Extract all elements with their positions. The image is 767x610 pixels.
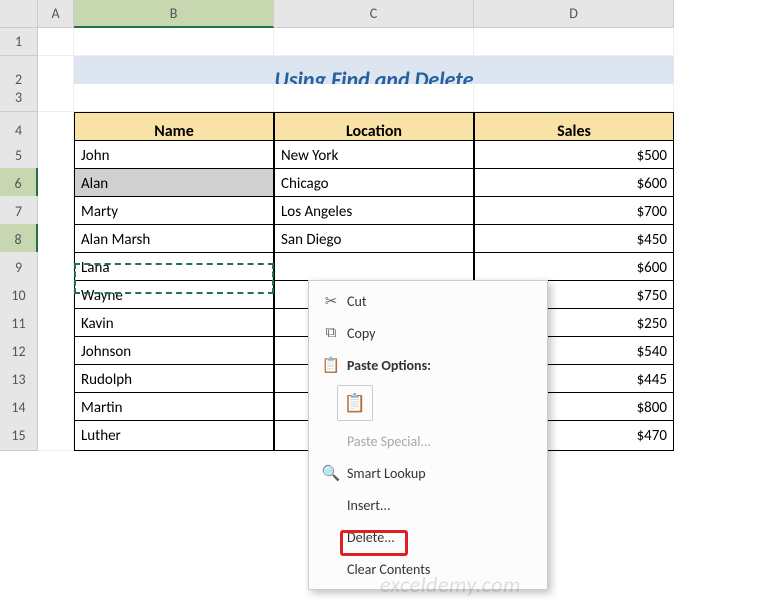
table-cell-sales[interactable]: $600	[474, 252, 674, 283]
context-menu-copy[interactable]: ⧉ Copy	[309, 317, 547, 349]
context-menu-cut[interactable]: ✂ Cut	[309, 285, 547, 317]
cell[interactable]	[38, 140, 74, 171]
table-cell-name[interactable]: Kavin	[74, 308, 274, 339]
table-cell-location[interactable]: New York	[274, 140, 474, 171]
row-header-10[interactable]: 10	[0, 280, 38, 311]
scissors-icon: ✂	[319, 292, 343, 311]
context-menu-label: Cut	[343, 293, 537, 310]
row-header-7[interactable]: 7	[0, 196, 38, 227]
context-menu-label: Smart Lookup	[343, 465, 537, 482]
table-cell-name[interactable]: Johnson	[74, 336, 274, 367]
col-header-a[interactable]: A	[38, 0, 74, 28]
table-cell-name[interactable]: Luther	[74, 420, 274, 451]
row-header-5[interactable]: 5	[0, 140, 38, 171]
table-cell-location[interactable]: San Diego	[274, 224, 474, 255]
col-header-c[interactable]: C	[274, 0, 474, 28]
context-menu-smart-lookup[interactable]: 🔍 Smart Lookup	[309, 457, 547, 489]
cell[interactable]	[474, 84, 674, 112]
context-menu-label: Clear Contents	[343, 561, 537, 578]
paste-option-icon[interactable]: 📋	[337, 385, 373, 421]
row-header-13[interactable]: 13	[0, 364, 38, 395]
context-menu-clear-contents[interactable]: Clear Contents	[309, 553, 547, 585]
row-header-1[interactable]: 1	[0, 28, 38, 56]
table-cell-name[interactable]: Rudolph	[74, 364, 274, 395]
cell[interactable]	[38, 224, 74, 255]
table-cell-name[interactable]: Marty	[74, 196, 274, 227]
cell[interactable]	[274, 28, 474, 56]
table-cell-sales[interactable]: $600	[474, 168, 674, 199]
table-cell-name[interactable]: Wayne	[74, 280, 274, 311]
row-header-11[interactable]: 11	[0, 308, 38, 339]
cell[interactable]	[38, 168, 74, 199]
table-cell-name[interactable]: Alan	[74, 168, 274, 199]
cell[interactable]	[38, 336, 74, 367]
row-header-14[interactable]: 14	[0, 392, 38, 423]
cell[interactable]	[38, 28, 74, 56]
context-menu-paste-special: Paste Special...	[309, 425, 547, 457]
context-menu-label: Insert...	[343, 497, 537, 514]
cell[interactable]	[74, 84, 274, 112]
search-icon: 🔍	[319, 464, 343, 483]
context-menu-label: Paste Options:	[343, 357, 537, 374]
cell[interactable]	[38, 196, 74, 227]
table-cell-sales[interactable]: $450	[474, 224, 674, 255]
cell[interactable]	[38, 308, 74, 339]
table-cell-name[interactable]: Martin	[74, 392, 274, 423]
cell[interactable]	[38, 280, 74, 311]
table-cell-location[interactable]: Los Angeles	[274, 196, 474, 227]
select-all-corner[interactable]	[0, 0, 38, 28]
row-header-6[interactable]: 6	[0, 168, 38, 199]
context-menu-paste-options: 📋 Paste Options:	[309, 349, 547, 381]
table-cell-name[interactable]: Lana	[74, 252, 274, 283]
cell[interactable]	[38, 252, 74, 283]
row-header-8[interactable]: 8	[0, 224, 38, 255]
row-header-15[interactable]: 15	[0, 420, 38, 451]
copy-icon: ⧉	[319, 324, 343, 342]
cell[interactable]	[274, 84, 474, 112]
cell[interactable]	[38, 420, 74, 451]
row-header-12[interactable]: 12	[0, 336, 38, 367]
context-menu-label: Delete...	[343, 529, 537, 546]
context-menu: ✂ Cut ⧉ Copy 📋 Paste Options: 📋 Paste Sp…	[308, 280, 548, 590]
cell[interactable]	[38, 84, 74, 112]
cell[interactable]	[38, 392, 74, 423]
cell[interactable]	[474, 28, 674, 56]
cell[interactable]	[38, 364, 74, 395]
table-cell-name[interactable]: John	[74, 140, 274, 171]
row-header-9[interactable]: 9	[0, 252, 38, 283]
table-cell-name[interactable]: Alan Marsh	[74, 224, 274, 255]
context-menu-insert[interactable]: Insert...	[309, 489, 547, 521]
cell[interactable]	[74, 28, 274, 56]
context-menu-label: Copy	[343, 325, 537, 342]
context-menu-delete[interactable]: Delete...	[309, 521, 547, 553]
table-cell-sales[interactable]: $500	[474, 140, 674, 171]
clipboard-icon: 📋	[319, 356, 343, 375]
col-header-d[interactable]: D	[474, 0, 674, 28]
table-cell-sales[interactable]: $700	[474, 196, 674, 227]
table-cell-location[interactable]: Chicago	[274, 168, 474, 199]
table-cell-location[interactable]	[274, 252, 474, 283]
col-header-b[interactable]: B	[74, 0, 274, 28]
row-header-3[interactable]: 3	[0, 84, 38, 112]
context-menu-label: Paste Special...	[343, 433, 537, 450]
